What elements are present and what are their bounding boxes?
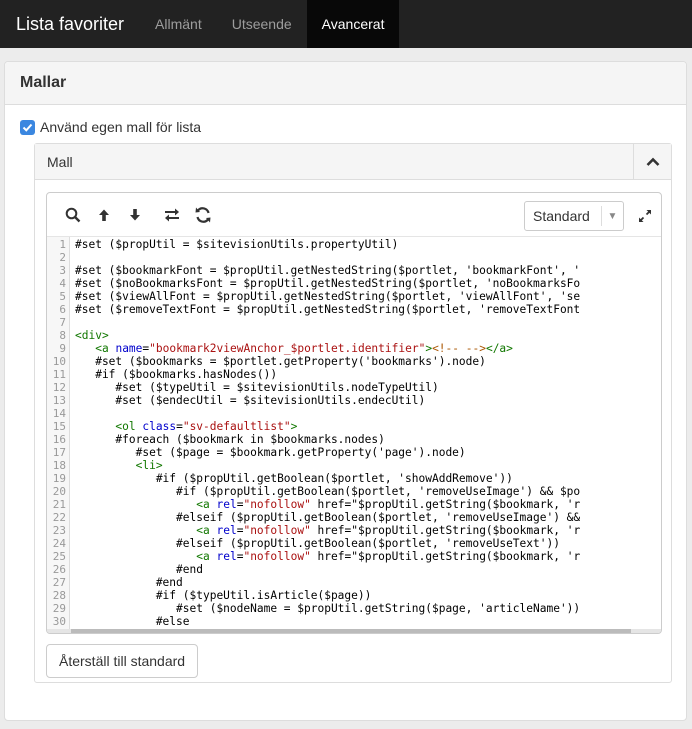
code-line[interactable]: #set ($propUtil = $sitevisionUtils.prope… — [75, 238, 661, 251]
line-number: 16 — [52, 433, 66, 446]
code-line[interactable]: <li> — [75, 459, 661, 472]
top-navbar: Lista favoriter Allmänt Utseende Avancer… — [0, 0, 692, 48]
line-number: 17 — [52, 446, 66, 459]
line-number: 14 — [52, 407, 66, 420]
code-line[interactable]: #set ($removeTextFont = $propUtil.getNes… — [75, 303, 661, 316]
line-number: 18 — [52, 459, 66, 472]
code-line[interactable]: ​ — [75, 251, 661, 264]
line-number: 29 — [52, 602, 66, 615]
line-number: 27 — [52, 576, 66, 589]
line-number: 5 — [59, 290, 66, 303]
code-line[interactable]: ​ — [75, 407, 661, 420]
collapse-button[interactable] — [633, 143, 671, 180]
checkmark-icon — [22, 123, 33, 132]
line-number: 28 — [52, 589, 66, 602]
arrow-down-icon — [129, 208, 140, 220]
refresh-icon — [195, 206, 210, 223]
scrollbar-thumb[interactable] — [71, 629, 631, 633]
code-content[interactable]: #set ($propUtil = $sitevisionUtils.prope… — [70, 237, 661, 633]
custom-template-checkbox-row[interactable]: Använd egen mall för lista — [20, 119, 201, 135]
template-subpanel-title: Mall — [47, 153, 73, 170]
code-line[interactable]: #set ($nodeName = $propUtil.getString($p… — [75, 602, 661, 615]
templates-panel: Mallar Använd egen mall för lista Mall S… — [4, 61, 687, 721]
tab-avancerat[interactable]: Avancerat — [306, 0, 400, 48]
code-line[interactable]: #set ($viewAllFont = $propUtil.getNested… — [75, 290, 661, 303]
fullscreen-button[interactable] — [633, 201, 657, 231]
code-line[interactable]: #set ($noBookmarksFont = $propUtil.getNe… — [75, 277, 661, 290]
swap-icon — [164, 208, 179, 221]
code-line[interactable]: #set ($bookmarkFont = $propUtil.getNeste… — [75, 264, 661, 277]
expand-icon — [638, 209, 652, 223]
custom-template-checkbox[interactable] — [20, 119, 35, 135]
code-line[interactable]: #set ($page = $bookmark.getProperty('pag… — [75, 446, 661, 459]
arrow-up-icon — [98, 209, 109, 221]
move-down-button[interactable] — [119, 200, 150, 230]
line-number: 30 — [52, 615, 66, 628]
line-number: 6 — [59, 303, 66, 316]
line-number: 3 — [59, 264, 66, 277]
line-number: 11 — [52, 368, 66, 381]
search-icon — [65, 207, 80, 222]
code-line[interactable]: #elseif ($propUtil.getBoolean($portlet, … — [75, 511, 661, 524]
code-line[interactable]: <ol class="sv-defaultlist"> — [75, 420, 661, 433]
search-button[interactable] — [57, 200, 88, 230]
tab-utseende[interactable]: Utseende — [217, 0, 307, 48]
line-number: 23 — [52, 524, 66, 537]
dropdown-arrow-icon: ▼ — [601, 206, 623, 226]
code-line[interactable]: #end — [75, 576, 661, 589]
code-line[interactable]: <a rel="nofollow" href="$propUtil.getStr… — [75, 524, 661, 537]
code-editor: Standard ▼ 1 2 3 4 5 6 7 8 9 10 11 12 13 14 15 16 17 18 19… — [46, 192, 662, 634]
code-line[interactable]: #else — [75, 615, 661, 628]
code-line[interactable]: ​ — [75, 316, 661, 329]
swap-button[interactable] — [156, 200, 187, 230]
app-title: Lista favoriter — [16, 13, 125, 34]
line-number: 13 — [52, 394, 66, 407]
line-number: 26 — [52, 563, 66, 576]
code-line[interactable]: #set ($endecUtil = $sitevisionUtils.ende… — [75, 394, 661, 407]
line-number: 10 — [52, 355, 66, 368]
line-number: 20 — [52, 485, 66, 498]
mode-select-value: Standard — [533, 208, 590, 224]
line-number: 8 — [59, 329, 66, 342]
line-number: 19 — [52, 472, 66, 485]
code-line[interactable]: #if ($typeUtil.isArticle($page)) — [75, 589, 661, 602]
panel-title: Mallar — [5, 62, 686, 105]
chevron-up-icon — [646, 157, 659, 166]
template-subpanel-header: Mall — [35, 143, 671, 180]
line-number: 21 — [52, 498, 66, 511]
code-line[interactable]: <a rel="nofollow" href="$propUtil.getStr… — [75, 498, 661, 511]
line-number: 25 — [52, 550, 66, 563]
code-line[interactable]: <a name="bookmark2viewAnchor_$portlet.id… — [75, 342, 661, 355]
move-up-button[interactable] — [88, 200, 119, 230]
code-line[interactable]: #elseif ($propUtil.getBoolean($portlet, … — [75, 537, 661, 550]
line-number: 24 — [52, 537, 66, 550]
line-number: 2 — [59, 251, 66, 264]
line-number: 4 — [59, 277, 66, 290]
line-number-gutter: 1 2 3 4 5 6 7 8 9 10 11 12 13 14 15 16 17 18 19 20 21 22 23 24 2… — [47, 237, 70, 633]
code-line[interactable]: <a rel="nofollow" href="$propUtil.getStr… — [75, 550, 661, 563]
reset-to-default-button[interactable]: Återställ till standard — [46, 644, 199, 678]
code-line[interactable]: #end — [75, 563, 661, 576]
line-number: 12 — [52, 381, 66, 394]
template-subpanel: Mall Standard ▼ 1 2 3 4 5 6 7 8 9 10 11 … — [34, 143, 672, 683]
horizontal-scrollbar[interactable] — [47, 629, 661, 633]
line-number: 9 — [59, 342, 66, 355]
line-number: 1 — [59, 238, 66, 251]
custom-template-checkbox-label: Använd egen mall för lista — [40, 119, 202, 135]
code-line[interactable]: #foreach ($bookmark in $bookmarks.nodes) — [75, 433, 661, 446]
mode-select[interactable]: Standard ▼ — [524, 201, 624, 231]
code-line[interactable]: #set ($bookmarks = $portlet.getProperty(… — [75, 355, 661, 368]
line-number: 7 — [59, 316, 66, 329]
code-line[interactable]: #if ($propUtil.getBoolean($portlet, 'rem… — [75, 485, 661, 498]
code-line[interactable]: #set ($typeUtil = $sitevisionUtils.nodeT… — [75, 381, 661, 394]
editor-toolbar: Standard ▼ — [47, 193, 661, 237]
code-line[interactable]: <div> — [75, 329, 661, 342]
line-number: 15 — [52, 420, 66, 433]
tab-allmant[interactable]: Allmänt — [140, 0, 217, 48]
refresh-button[interactable] — [187, 200, 218, 230]
code-line[interactable]: #if ($bookmarks.hasNodes()) — [75, 368, 661, 381]
code-line[interactable]: #if ($propUtil.getBoolean($portlet, 'sho… — [75, 472, 661, 485]
line-number: 22 — [52, 511, 66, 524]
code-area[interactable]: 1 2 3 4 5 6 7 8 9 10 11 12 13 14 15 16 17 18 19 20 21 22 23 24 2… — [47, 237, 661, 633]
